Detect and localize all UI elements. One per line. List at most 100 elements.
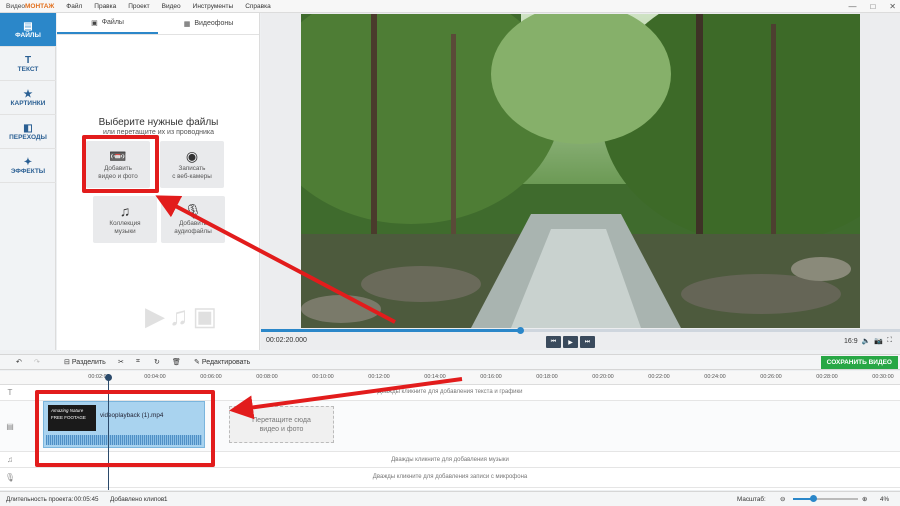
ruler-tick: 00:06:00 [200,374,222,380]
ruler-tick: 00:18:00 [536,374,558,380]
sidebar-item-label: КАРТИНКИ [10,99,46,107]
sidebar-item-effects[interactable]: ✦ ЭФФЕКТЫ [0,149,56,183]
ruler-tick: 00:08:00 [256,374,278,380]
panel-title: Выберите нужные файлы [98,117,219,128]
star-icon: ★ [23,88,33,100]
progress-fill [261,329,520,332]
add-audio-button[interactable]: 🎙 Добавить аудиофайлы [161,196,225,243]
sidebar-item-label: ФАЙЛЫ [15,31,41,39]
drop-zone-label: видео и фото [259,425,304,433]
duration-value: 00:05:45 [74,496,99,503]
annotation-box-timeline [35,390,215,467]
zoom-value: 4% [880,496,890,503]
ruler-tick: 00:22:00 [648,374,670,380]
tab-files[interactable]: ▣ Файлы [57,13,158,34]
tile-label: Добавить [179,220,207,227]
menu-help[interactable]: Справка [239,3,277,10]
delete-icon[interactable]: 🗑 [172,358,181,366]
menu-project[interactable]: Проект [122,3,155,10]
decorative-media-icons: ▶♫▣ [145,301,222,331]
text-icon: T [24,54,32,66]
redo-icon[interactable]: ↷ [34,358,40,366]
maximize-icon[interactable]: □ [870,0,875,13]
sidebar-item-transitions[interactable]: ◧ ПЕРЕХОДЫ [0,115,56,149]
sidebar-item-files[interactable]: ▤ ФАЙЛЫ [0,13,56,47]
split-button[interactable]: ⊟ Разделить [64,358,106,367]
video-preview-area: 00:02:20.000 ⏮ ▶ ⏭ 16:9 🔈 📷 ⛶ [261,13,900,350]
drop-zone-label: Перетащите сюда [252,416,311,424]
progress-handle[interactable] [516,327,524,334]
zoom-handle[interactable] [809,495,817,502]
menu-file[interactable]: Файл [60,3,88,10]
pencil-icon: ✎ [194,359,200,366]
transitions-icon: ◧ [23,122,33,134]
tile-label: аудиофайлы [174,228,212,235]
image-icon: ▣ [91,19,98,27]
panel-tabs: ▣ Файлы ▦ Видеофоны [57,13,259,35]
ruler-tick: 00:16:00 [480,374,502,380]
tab-label: Видеофоны [194,20,234,27]
video-track-icon: ▤ [6,421,14,431]
minimize-icon[interactable]: — [848,0,856,13]
timeline-ruler[interactable]: 00:02:00 00:04:00 00:06:00 00:08:00 00:1… [0,371,900,385]
ruler-tick: 00:20:00 [592,374,614,380]
film-icon: ▦ [183,20,191,28]
preview-options: 16:9 🔈 📷 ⛶ [844,337,892,345]
skip-back-button[interactable]: ⏮ [546,336,561,348]
playhead-handle[interactable] [105,374,112,381]
aspect-ratio-select[interactable]: 16:9 [844,338,858,345]
tile-label: Записать [178,165,206,172]
zoom-in-icon[interactable]: ⊕ [862,496,867,503]
crop-icon[interactable]: ⌗ [136,358,140,366]
sidebar-item-label: ТЕКСТ [17,65,39,73]
music-collection-button[interactable]: ♫ Коллекция музыки [93,196,157,243]
undo-icon[interactable]: ↶ [16,358,22,366]
edit-label: Редактировать [201,358,251,366]
ruler-tick: 00:14:00 [424,374,446,380]
tile-label: Коллекция [109,220,141,227]
sidebar-item-text[interactable]: T ТЕКСТ [0,47,56,81]
save-video-button[interactable]: СОХРАНИТЬ ВИДЕО [820,356,898,369]
drop-zone[interactable]: Перетащите сюда видео и фото [229,406,334,443]
tab-label: Файлы [101,19,124,26]
fullscreen-icon[interactable]: ⛶ [887,337,892,345]
ruler-tick: 00:10:00 [312,374,334,380]
close-icon[interactable]: ✕ [889,0,896,13]
zoom-label: Масштаб: [737,496,766,503]
playback-progress-bar[interactable] [261,327,900,334]
sidebar-item-images[interactable]: ★ КАРТИНКИ [0,81,56,115]
zoom-slider[interactable] [793,495,858,502]
volume-icon[interactable]: 🔈 [862,337,871,345]
record-webcam-button[interactable]: ◉ Записать с веб-камеры [160,141,224,188]
playback-controls: ⏮ ▶ ⏭ [546,336,595,348]
ruler-tick: 00:26:00 [760,374,782,380]
ruler-tick: 00:28:00 [816,374,838,380]
microphone-icon: 🎙 [184,203,202,219]
mic-track-hint: Дважды кликните для добавления записи с … [372,474,528,480]
play-button[interactable]: ▶ [563,336,578,348]
tab-backgrounds[interactable]: ▦ Видеофоны [158,13,259,34]
menu-video[interactable]: Видео [156,3,187,10]
video-frame[interactable] [301,14,860,328]
snapshot-icon[interactable]: 📷 [874,337,883,345]
zoom-out-icon[interactable]: ⊖ [780,496,785,503]
ruler-tick: 00:04:00 [144,374,166,380]
tile-label: музыки [114,228,136,235]
edit-button[interactable]: ✎ Редактировать [194,358,251,367]
mic-track[interactable]: 🎙 Дважды кликните для добавления записи … [0,468,900,488]
clips-label: Добавлено клипов: [110,496,166,503]
status-bar: Длительность проекта: 00:05:45 Добавлено… [0,491,900,506]
clips-value: 1 [164,496,168,503]
split-label: Разделить [71,358,106,366]
rotate-icon[interactable]: ↻ [154,358,160,366]
wand-icon: ✦ [23,156,33,168]
skip-forward-button[interactable]: ⏭ [580,336,595,348]
cut-icon[interactable]: ✂ [118,358,124,366]
ruler-tick: 00:24:00 [704,374,726,380]
app-logo: ВидеоМОНТАЖ [6,2,55,10]
timecode: 00:02:20.000 [266,337,307,344]
menu-tools[interactable]: Инструменты [187,3,240,10]
sidebar: ▤ ФАЙЛЫ T ТЕКСТ ★ КАРТИНКИ ◧ ПЕРЕХОДЫ ✦ … [0,13,56,350]
timeline-toolbar: ↶ ↷ ⊟ Разделить ✂ ⌗ ↻ 🗑 ✎ Редактировать … [0,354,900,370]
menu-edit[interactable]: Правка [88,3,122,10]
